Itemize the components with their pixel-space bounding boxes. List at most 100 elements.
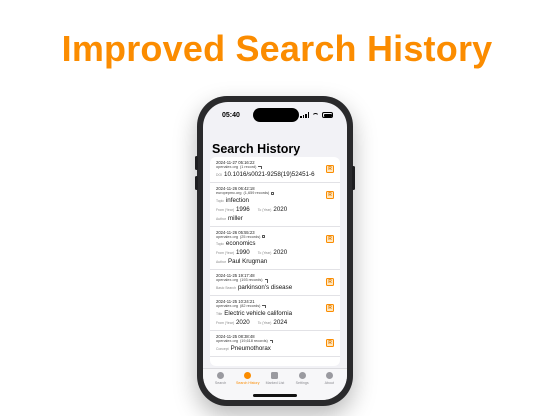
tab-label: Search <box>214 381 227 385</box>
history-icon <box>244 372 252 379</box>
field-label: From (Year) <box>216 207 234 212</box>
screen-title: Search History <box>212 142 301 156</box>
tab-label: Search History <box>235 381 260 385</box>
record-field-row: From (Year) 1990 To (Year) 2020 <box>216 249 335 257</box>
record-field-row: From (Year) 2020 To (Year) 2024 <box>216 319 335 327</box>
record-source-name: openalex.org <box>216 234 238 239</box>
field-label: DOI <box>216 172 223 177</box>
history-record[interactable]: 2024-11-26 06:42:18 europepmc.org (1,659 r… <box>210 183 340 227</box>
field-value: 10.1016/s0021-9258(19)52451-6 <box>224 170 315 178</box>
lock-icon <box>262 235 266 239</box>
field-label: Topic <box>216 242 224 247</box>
history-record[interactable]: 2024-11-25 19:17:48 openalex.org (193 reco… <box>210 270 340 297</box>
field-value: 2020 <box>273 205 288 213</box>
field-label: To (Year) <box>257 251 272 256</box>
app-screen: 05:40 Search History 2024-11-27 05:16:22… <box>203 102 347 400</box>
record-count: (1 record) <box>239 165 257 169</box>
record-field-row: Topic economics <box>216 240 335 248</box>
history-record[interactable]: 2024-11-26 05:55:23 openalex.org (25 recor… <box>210 227 340 271</box>
record-field-row: Topic infection <box>216 197 335 205</box>
open-access-icon <box>264 279 269 283</box>
field-label: Author <box>216 260 226 265</box>
field-value: Paul Krugman <box>228 258 268 266</box>
record-count: (1,659 records) <box>243 190 270 195</box>
open-access-icon <box>258 165 262 170</box>
marked-list-icon <box>271 372 279 379</box>
tab-label: Marked List <box>265 381 285 385</box>
field-label: Title <box>216 311 223 316</box>
rerun-search-button[interactable]: R <box>326 304 334 313</box>
field-value: 2024 <box>273 318 288 326</box>
field-label: Basic Search <box>216 286 236 291</box>
history-record[interactable]: 2024-11-25 08:38:48 openalex.org (19,618 r… <box>210 331 340 357</box>
record-source-name: openalex.org <box>216 304 238 309</box>
power-button <box>352 166 355 190</box>
open-access-icon <box>269 339 274 344</box>
cellular-signal-icon <box>300 112 309 118</box>
field-value: Pneumothorax <box>230 344 271 352</box>
tab-about[interactable]: About <box>316 372 342 400</box>
record-source-name: openalex.org <box>216 278 238 283</box>
search-icon <box>217 372 225 379</box>
field-value: economics <box>225 240 256 248</box>
field-label: Topic <box>216 198 224 203</box>
field-value: 2020 <box>273 249 288 257</box>
record-source: openalex.org (25 records) <box>216 235 335 240</box>
record-source-name: openalex.org <box>216 165 238 169</box>
promo-headline: Improved Search History <box>61 28 493 69</box>
lock-icon <box>271 191 275 195</box>
record-field-row: From (Year) 1996 To (Year) 2020 <box>216 206 335 214</box>
record-field-row: Author miller <box>216 215 335 223</box>
field-label: Concept <box>216 346 229 351</box>
search-history-list[interactable]: 2024-11-27 05:16:22 openalex.org (1 record… <box>210 157 340 366</box>
field-label: To (Year) <box>257 207 272 212</box>
field-value: Electric vehicle california <box>224 309 293 317</box>
gear-icon <box>298 372 306 379</box>
record-field-row: Author Paul Krugman <box>216 258 335 266</box>
wifi-icon <box>312 112 319 118</box>
history-record[interactable]: 2024-11-25 10:24:21 openalex.org (82 recor… <box>210 296 340 331</box>
field-value: infection <box>225 196 249 204</box>
record-source: openalex.org (82 records) <box>216 304 335 309</box>
field-value: parkinson's disease <box>237 284 293 292</box>
record-field-row: Concept Pneumothorax <box>216 345 335 353</box>
record-source-name: openalex.org <box>216 338 238 343</box>
record-source: europepmc.org (1,659 records) <box>216 191 335 196</box>
field-label: From (Year) <box>216 251 234 256</box>
status-bar: 05:40 <box>203 102 347 126</box>
field-label: Author <box>216 216 226 221</box>
tab-label: About <box>324 381 335 385</box>
rerun-search-button[interactable]: R <box>326 190 334 199</box>
status-time: 05:40 <box>222 112 240 119</box>
record-source: openalex.org (1 record) <box>216 165 335 170</box>
rerun-search-button[interactable]: R <box>326 278 334 287</box>
phone-frame: 05:40 Search History 2024-11-27 05:16:22… <box>195 96 355 406</box>
info-icon <box>325 372 333 379</box>
home-indicator[interactable] <box>253 394 297 397</box>
record-field-row: DOI 10.1016/s0021-9258(19)52451-6 <box>216 171 335 179</box>
record-count: (19,618 records) <box>239 338 268 343</box>
field-value: 1990 <box>235 249 250 257</box>
record-source: openalex.org (193 records) <box>216 278 335 283</box>
record-count: (193 records) <box>239 278 263 283</box>
volume-down-button <box>195 176 198 190</box>
dynamic-island <box>253 108 299 122</box>
record-count: (25 records) <box>239 234 261 239</box>
record-field-row: Title Electric vehicle california <box>216 310 335 318</box>
volume-up-button <box>195 156 198 170</box>
rerun-search-button[interactable]: R <box>326 338 334 347</box>
history-record[interactable]: 2024-11-27 05:16:22 openalex.org (1 record… <box>210 157 340 183</box>
open-access-icon <box>262 304 266 309</box>
rerun-search-button[interactable]: R <box>326 165 334 173</box>
field-value: 2020 <box>235 318 250 326</box>
field-label: To (Year) <box>257 320 272 325</box>
tab-search[interactable]: Search <box>208 372 234 400</box>
tab-label: Settings <box>295 381 309 385</box>
record-count: (82 records) <box>239 304 261 309</box>
record-source-name: europepmc.org <box>216 190 242 195</box>
battery-icon <box>322 112 333 118</box>
field-value: miller <box>228 214 243 222</box>
field-value: 1996 <box>235 205 250 213</box>
rerun-search-button[interactable]: R <box>326 234 334 243</box>
status-icons <box>300 112 333 118</box>
